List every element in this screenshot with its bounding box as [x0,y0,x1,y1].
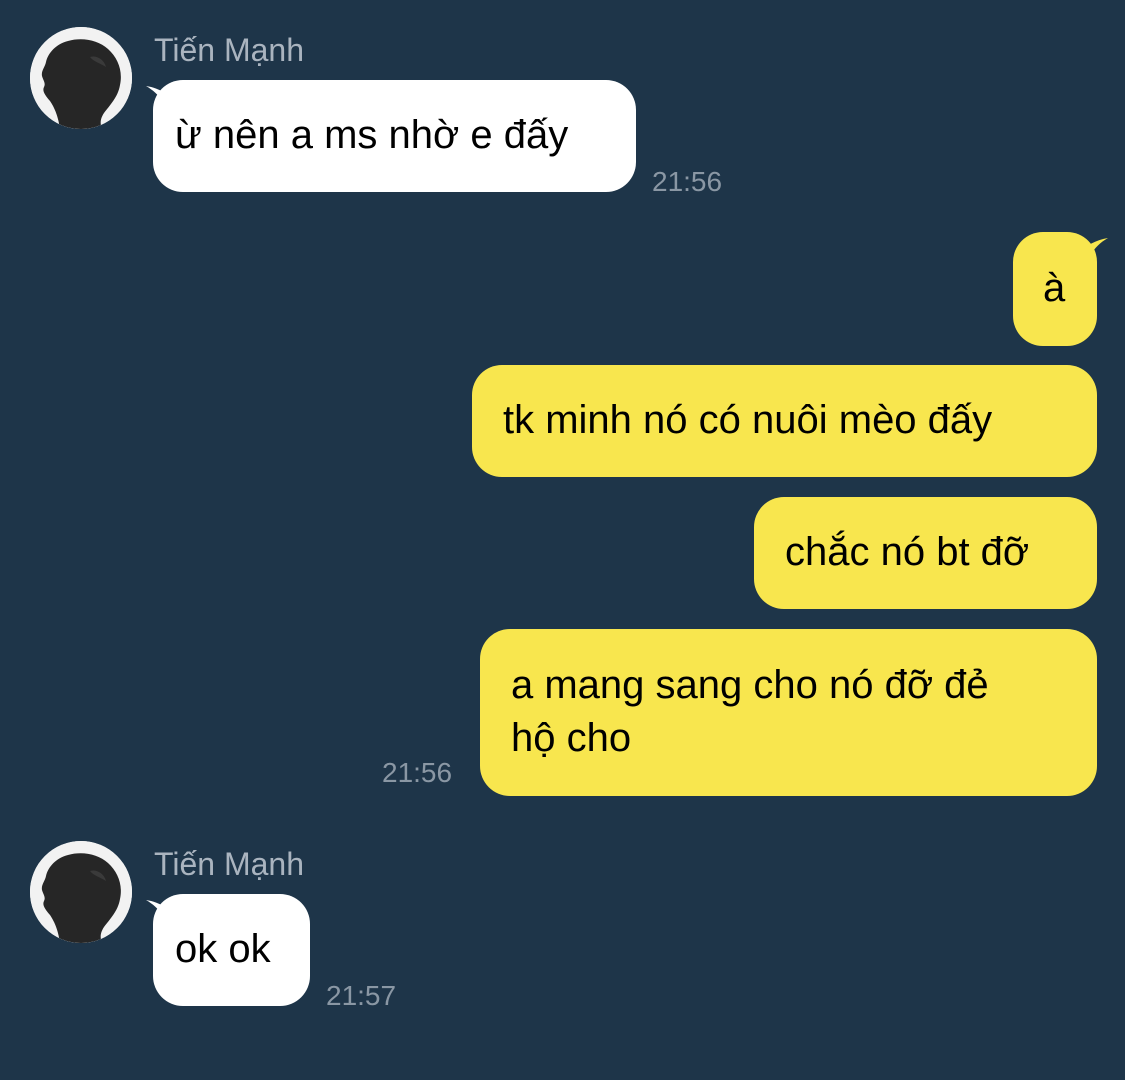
message-text: ừ nên a ms nhờ e đấy [175,113,569,157]
message-text: chắc nó bt đỡ [785,530,1030,574]
message-text-line: hộ cho [511,716,632,760]
sender-name: Tiến Mạnh [154,32,304,68]
message-bubble-outgoing[interactable]: tk minh nó có nuôi mèo đấy [472,365,1097,477]
message-bubble-incoming[interactable]: ok ok [153,894,310,1006]
message-bubble-outgoing[interactable]: a mang sang cho nó đỡ đẻ hộ cho [480,629,1097,796]
profile-avatar-icon[interactable] [30,27,132,129]
message-timestamp: 21:57 [326,980,397,1011]
message-text: à [1043,266,1066,310]
message-bubble-incoming[interactable]: ừ nên a ms nhờ e đấy [153,80,636,192]
sender-name: Tiến Mạnh [154,846,304,882]
message-text: ok ok [175,927,271,971]
message-text-line: a mang sang cho nó đỡ đẻ [511,663,989,707]
profile-avatar-icon[interactable] [30,841,132,943]
message-timestamp: 21:56 [652,166,723,197]
message-timestamp: 21:56 [382,757,453,788]
chat-message-list[interactable]: Tiến Mạnh ừ nên a ms nhờ e đấy 21:56 à t… [0,0,1125,1080]
message-bubble-outgoing[interactable]: à [1013,232,1097,346]
message-text: tk minh nó có nuôi mèo đấy [503,398,993,442]
message-bubble-outgoing[interactable]: chắc nó bt đỡ [754,497,1097,609]
